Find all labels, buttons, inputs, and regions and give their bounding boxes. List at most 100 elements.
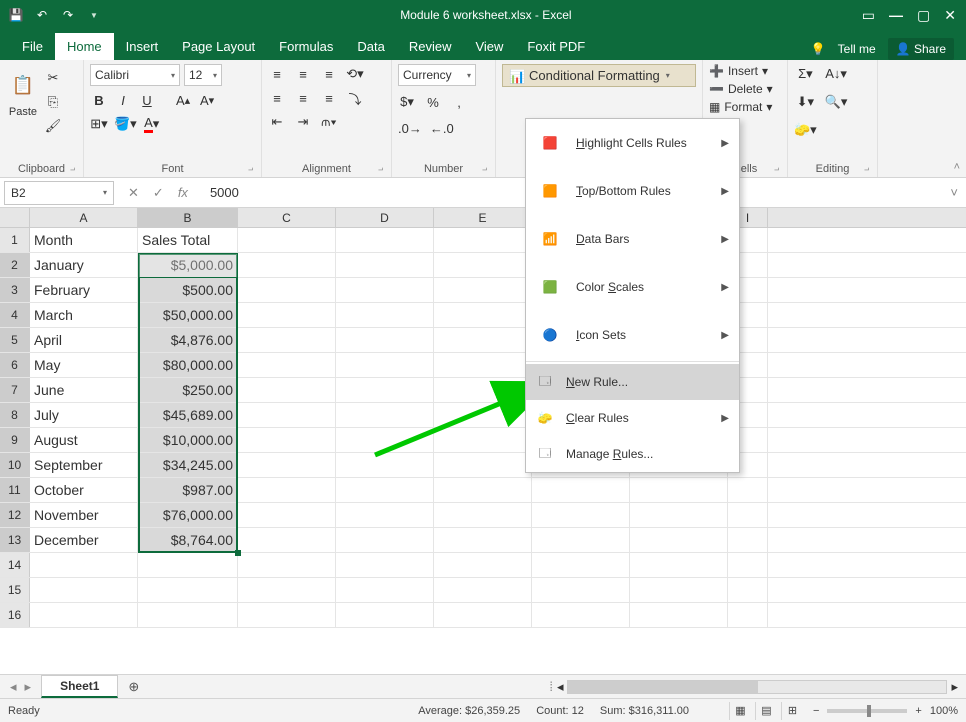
- cell[interactable]: [434, 503, 532, 527]
- cell[interactable]: [336, 478, 434, 502]
- cell[interactable]: [238, 453, 336, 477]
- row-header[interactable]: 9: [0, 428, 30, 452]
- cell[interactable]: December: [30, 528, 138, 552]
- italic-button[interactable]: I: [114, 90, 132, 110]
- cell[interactable]: [630, 478, 728, 502]
- cf-manage-rules[interactable]: 🗔 Manage Rules...: [526, 436, 739, 472]
- cell[interactable]: $987.00: [138, 478, 238, 502]
- row-header[interactable]: 15: [0, 578, 30, 602]
- name-box[interactable]: B2 ▾: [4, 181, 114, 205]
- row-header[interactable]: 14: [0, 553, 30, 577]
- tab-page-layout[interactable]: Page Layout: [170, 33, 267, 60]
- cell[interactable]: [434, 278, 532, 302]
- cell[interactable]: [336, 503, 434, 527]
- cell[interactable]: [238, 478, 336, 502]
- increase-font-icon[interactable]: A▴: [174, 90, 192, 110]
- close-icon[interactable]: ✕: [944, 7, 956, 24]
- copy-icon[interactable]: ⎘: [44, 92, 62, 112]
- minimize-icon[interactable]: —: [889, 7, 903, 23]
- decrease-font-icon[interactable]: A▾: [198, 90, 216, 110]
- cell[interactable]: March: [30, 303, 138, 327]
- format-cells-button[interactable]: ▦Format ▾: [709, 100, 781, 114]
- row-header[interactable]: 1: [0, 228, 30, 252]
- align-left-icon[interactable]: ≡: [268, 88, 286, 108]
- cell[interactable]: [238, 503, 336, 527]
- bold-button[interactable]: B: [90, 90, 108, 110]
- align-center-icon[interactable]: ≡: [294, 88, 312, 108]
- cell[interactable]: [238, 553, 336, 577]
- cell[interactable]: [434, 603, 532, 627]
- cell[interactable]: Sales Total: [138, 228, 238, 252]
- cell[interactable]: [336, 528, 434, 552]
- cell[interactable]: [30, 603, 138, 627]
- cell[interactable]: [434, 303, 532, 327]
- cell[interactable]: $4,876.00: [138, 328, 238, 352]
- row-header[interactable]: 2: [0, 253, 30, 277]
- cell[interactable]: [336, 253, 434, 277]
- scroll-right-icon[interactable]: ▸: [951, 679, 958, 695]
- conditional-formatting-button[interactable]: 📊 Conditional Formatting ▾: [502, 64, 696, 87]
- tab-review[interactable]: Review: [397, 33, 464, 60]
- cell[interactable]: [728, 553, 768, 577]
- save-icon[interactable]: 💾: [8, 7, 24, 23]
- cell[interactable]: [532, 603, 630, 627]
- cf-new-rule[interactable]: 🗔 New Rule...: [526, 364, 739, 400]
- page-layout-view-icon[interactable]: ▤: [755, 702, 777, 720]
- cell[interactable]: $500.00: [138, 278, 238, 302]
- normal-view-icon[interactable]: ▦: [729, 702, 751, 720]
- clear-icon[interactable]: 🧽▾: [794, 120, 817, 140]
- zoom-out-icon[interactable]: −: [813, 705, 819, 717]
- cell[interactable]: [434, 328, 532, 352]
- tellme-label[interactable]: Tell me: [838, 42, 876, 56]
- cf-highlight-cells-rules[interactable]: 🟥 Highlight Cells Rules ▶: [526, 119, 739, 167]
- cell[interactable]: [30, 578, 138, 602]
- undo-icon[interactable]: ↶: [34, 7, 50, 23]
- cf-clear-rules[interactable]: 🧽 Clear Rules ▶: [526, 400, 739, 436]
- accounting-format-icon[interactable]: $▾: [398, 92, 416, 112]
- page-break-view-icon[interactable]: ⊞: [781, 702, 803, 720]
- cell[interactable]: $50,000.00: [138, 303, 238, 327]
- cell[interactable]: [630, 528, 728, 552]
- select-all-cell[interactable]: [0, 208, 30, 227]
- cell[interactable]: [238, 403, 336, 427]
- cut-icon[interactable]: ✂: [44, 68, 62, 88]
- cell[interactable]: [630, 578, 728, 602]
- cell[interactable]: $8,764.00: [138, 528, 238, 552]
- cell[interactable]: September: [30, 453, 138, 477]
- cell[interactable]: October: [30, 478, 138, 502]
- cell[interactable]: [238, 253, 336, 277]
- cell[interactable]: [238, 353, 336, 377]
- sheet-nav-next-icon[interactable]: ▸: [25, 679, 32, 695]
- align-bottom-icon[interactable]: ≡: [320, 64, 338, 84]
- cf-icon-sets[interactable]: 🔵 Icon Sets ▶: [526, 311, 739, 359]
- cell[interactable]: [434, 553, 532, 577]
- cell[interactable]: [238, 228, 336, 252]
- cf-color-scales[interactable]: 🟩 Color Scales ▶: [526, 263, 739, 311]
- cell[interactable]: [238, 428, 336, 452]
- cell[interactable]: [336, 603, 434, 627]
- qat-customize-icon[interactable]: ▼: [86, 7, 102, 23]
- borders-icon[interactable]: ⊞▾: [90, 114, 108, 134]
- column-header-B[interactable]: B: [138, 208, 238, 227]
- format-painter-icon[interactable]: 🖌: [44, 116, 62, 136]
- tab-file[interactable]: File: [10, 33, 55, 60]
- cell[interactable]: [532, 553, 630, 577]
- cell[interactable]: [434, 253, 532, 277]
- cell[interactable]: [238, 378, 336, 402]
- sheet-tab[interactable]: Sheet1: [41, 675, 118, 698]
- cf-top-bottom-rules[interactable]: 🟧 Top/Bottom Rules ▶: [526, 167, 739, 215]
- percent-format-icon[interactable]: %: [424, 92, 442, 112]
- row-header[interactable]: 3: [0, 278, 30, 302]
- row-header[interactable]: 13: [0, 528, 30, 552]
- cell[interactable]: Month: [30, 228, 138, 252]
- ribbon-display-icon[interactable]: ▭: [862, 7, 875, 24]
- cell[interactable]: June: [30, 378, 138, 402]
- align-top-icon[interactable]: ≡: [268, 64, 286, 84]
- cell[interactable]: [434, 353, 532, 377]
- number-format-combo[interactable]: Currency▾: [398, 64, 476, 86]
- add-sheet-button[interactable]: ⊕: [118, 679, 149, 695]
- cell[interactable]: May: [30, 353, 138, 377]
- tab-home[interactable]: Home: [55, 33, 114, 60]
- cell[interactable]: $34,245.00: [138, 453, 238, 477]
- column-header-E[interactable]: E: [434, 208, 532, 227]
